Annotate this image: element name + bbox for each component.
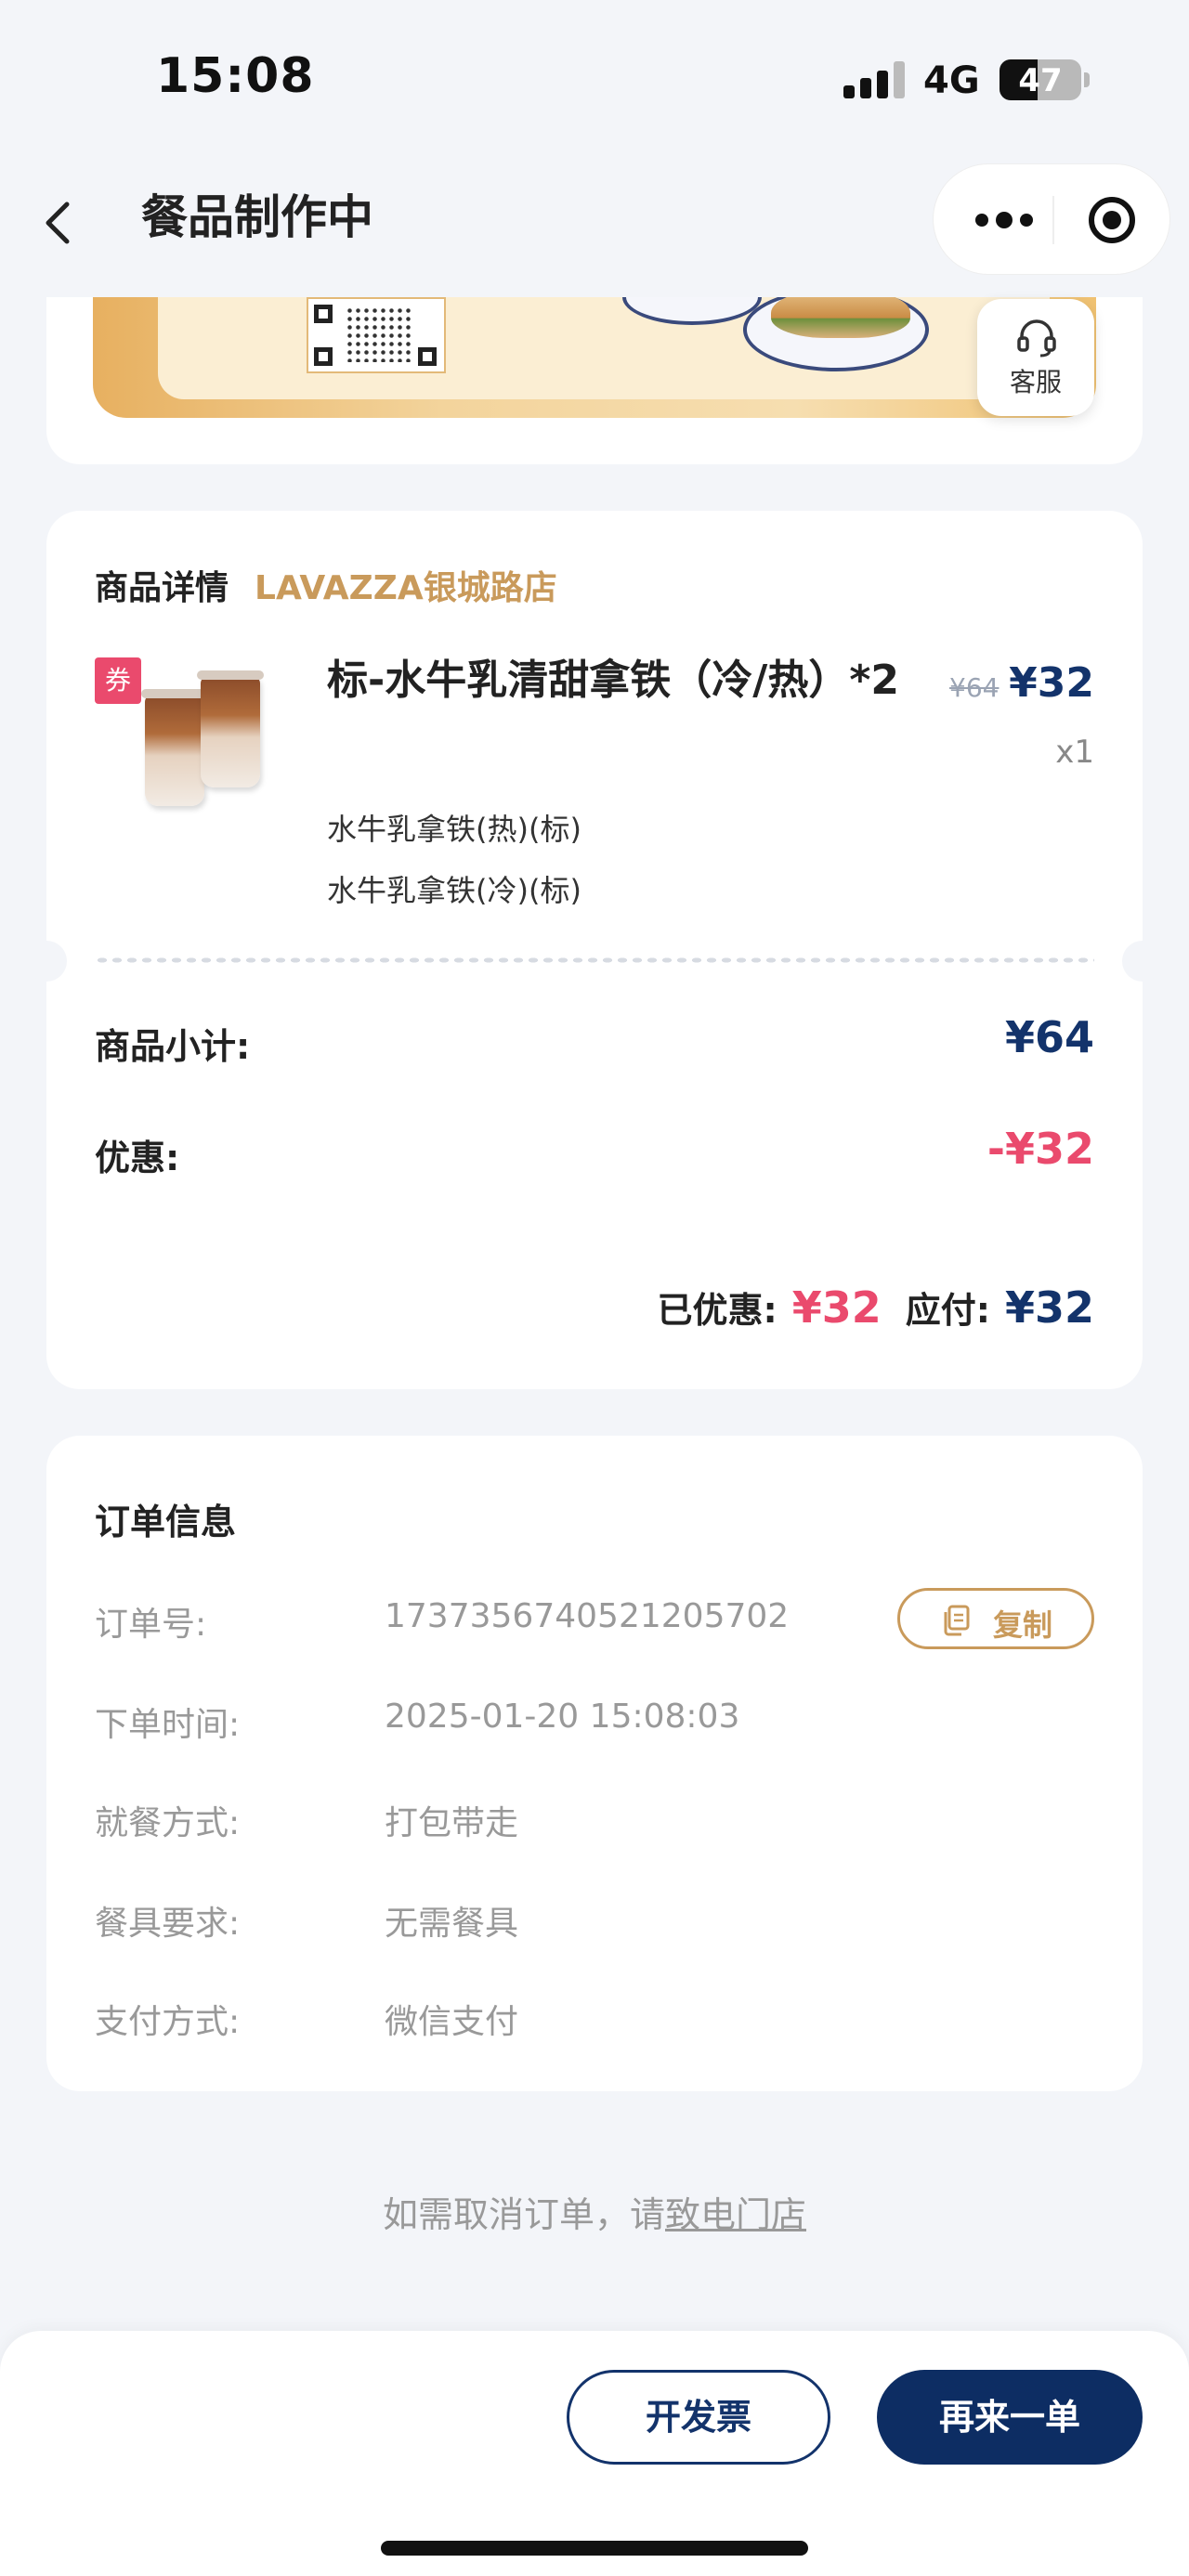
call-store-link[interactable]: 致电门店 bbox=[665, 2194, 806, 2235]
payable-label: 应付: bbox=[905, 1290, 990, 1331]
saved-label: 已优惠: bbox=[657, 1290, 777, 1331]
back-button[interactable] bbox=[33, 184, 89, 258]
section-title: 订单信息 bbox=[95, 1502, 237, 1542]
payable-value: ¥32 bbox=[1004, 1282, 1094, 1333]
bottom-action-bar: 开发票 再来一单 bbox=[0, 2331, 1189, 2576]
battery-level: 47 bbox=[1018, 62, 1063, 99]
sandwich-image bbox=[771, 297, 910, 338]
payment-method-label: 支付方式: bbox=[95, 2003, 241, 2041]
customer-service-label: 客服 bbox=[1009, 367, 1062, 397]
network-label: 4G bbox=[923, 59, 980, 102]
close-mini-program-button[interactable] bbox=[1082, 190, 1142, 250]
qr-code-image bbox=[307, 297, 446, 373]
cutlery-value: 无需餐具 bbox=[385, 1905, 519, 1943]
cutlery-label: 餐具要求: bbox=[95, 1905, 241, 1943]
order-number-value: 1737356740521205702 bbox=[385, 1597, 790, 1635]
section-title: 商品详情 bbox=[95, 569, 229, 607]
capsule-divider bbox=[1052, 196, 1054, 244]
payment-method-value: 微信支付 bbox=[385, 2003, 519, 2041]
home-indicator bbox=[381, 2541, 808, 2556]
ticket-notch bbox=[26, 941, 67, 982]
product-quantity: x1 bbox=[1055, 734, 1094, 771]
page-title: 餐品制作中 bbox=[141, 190, 373, 244]
order-time-label: 下单时间: bbox=[95, 1706, 241, 1744]
product-option: 水牛乳拿铁(热)(标) bbox=[327, 812, 581, 847]
mini-program-capsule bbox=[933, 163, 1170, 275]
ticket-notch bbox=[1122, 941, 1163, 982]
order-info-card: 订单信息 订单号: 1737356740521205702 复制 下单时间: 2… bbox=[46, 1436, 1143, 2091]
product-name: 标-水牛乳清甜拿铁（冷/热）*2 bbox=[327, 657, 899, 704]
dining-mode-value: 打包带走 bbox=[385, 1804, 519, 1842]
customer-service-button[interactable]: 客服 bbox=[977, 299, 1094, 416]
chevron-left-icon bbox=[46, 202, 70, 244]
copy-label: 复制 bbox=[993, 1607, 1053, 1643]
dotted-divider bbox=[95, 956, 1094, 964]
original-price: ¥64 bbox=[949, 672, 1000, 703]
promo-banner[interactable] bbox=[93, 297, 1096, 418]
status-time: 15:08 bbox=[156, 48, 315, 104]
status-bar: 15:08 4G 47 bbox=[0, 0, 1189, 158]
more-button[interactable] bbox=[967, 190, 1041, 250]
order-time-value: 2025-01-20 15:08:03 bbox=[385, 1698, 740, 1736]
cancel-hint: 如需取消订单，请致电门店 bbox=[0, 2186, 1189, 2237]
reorder-button[interactable]: 再来一单 bbox=[877, 2370, 1143, 2465]
copy-order-number-button[interactable]: 复制 bbox=[897, 1588, 1094, 1649]
battery-tip bbox=[1084, 72, 1090, 87]
cancel-hint-text: 如需取消订单，请 bbox=[382, 2194, 665, 2235]
total-summary: 已优惠: ¥32 应付: ¥32 bbox=[658, 1281, 1094, 1333]
subtotal-label: 商品小计: bbox=[95, 1026, 251, 1067]
discount-label: 优惠: bbox=[95, 1138, 180, 1178]
target-icon bbox=[1089, 197, 1135, 243]
battery-icon: 47 bbox=[1000, 59, 1081, 100]
nav-bar: 餐品制作中 bbox=[0, 158, 1189, 306]
order-number-label: 订单号: bbox=[95, 1606, 207, 1644]
saved-value: ¥32 bbox=[791, 1282, 882, 1333]
subtotal-value: ¥64 bbox=[1004, 1012, 1094, 1062]
headset-icon bbox=[1017, 319, 1056, 358]
product-image bbox=[126, 663, 303, 812]
copy-icon bbox=[944, 1605, 970, 1636]
store-name[interactable]: LAVAZZA银城路店 bbox=[255, 561, 557, 609]
signal-icon bbox=[843, 61, 905, 98]
invoice-button[interactable]: 开发票 bbox=[567, 2370, 830, 2465]
product-details-card: 商品详情 LAVAZZA银城路店 券 标-水牛乳清甜拿铁（冷/热）*2 ¥64 … bbox=[26, 511, 1163, 1389]
product-price: ¥32 bbox=[1009, 659, 1094, 707]
product-option: 水牛乳拿铁(冷)(标) bbox=[327, 873, 581, 908]
more-dots-icon bbox=[975, 212, 1033, 228]
discount-value: -¥32 bbox=[986, 1124, 1094, 1174]
dining-mode-label: 就餐方式: bbox=[95, 1804, 241, 1842]
